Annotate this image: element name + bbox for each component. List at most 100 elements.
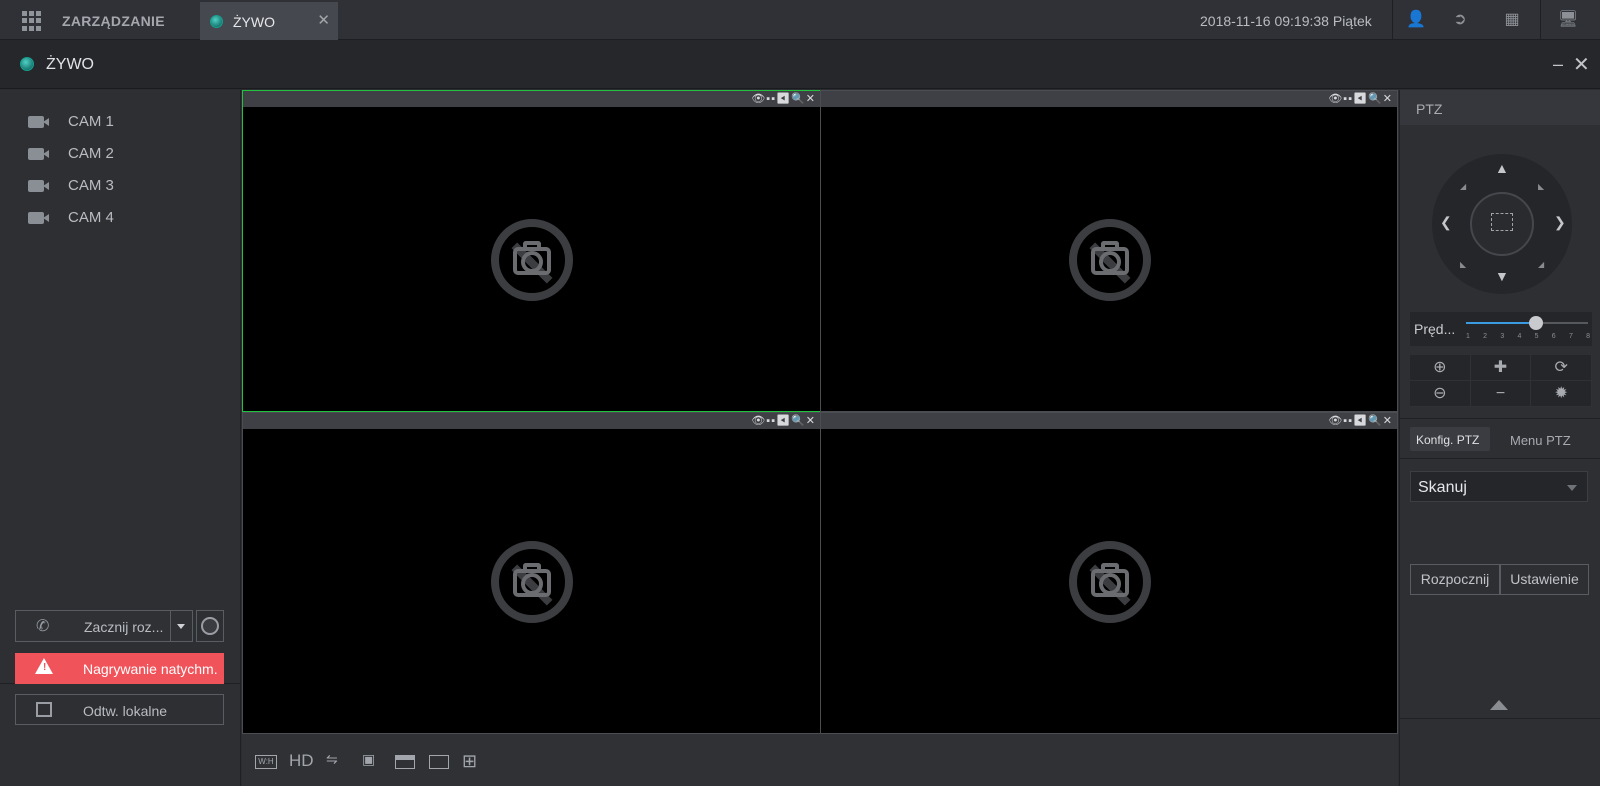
- ptz-speed-control: Pręd... 1 2 3 4 5 6 7 8: [1410, 312, 1592, 346]
- camera-icon: [28, 212, 49, 224]
- cell-tools-icons[interactable]: 👁▪▪◀🔍✕: [751, 414, 816, 427]
- camera-label: CAM 3: [68, 177, 114, 194]
- no-camera-icon: [491, 541, 573, 623]
- film-icon: [36, 702, 52, 717]
- window-title-bar: ŻYWO – ✕: [0, 40, 1600, 89]
- iris-open-icon[interactable]: ⟳: [1531, 355, 1592, 381]
- ptz-panel: PTZ ▲ ▼ ❮ ❯ ◢ ◣ ◣ ◢ Pręd... 1 2 3 4 5 6 7 8 ⊕ ✚…: [1399, 90, 1600, 786]
- camera-label: CAM 4: [68, 209, 114, 226]
- arrow-down-left-icon[interactable]: ◣: [1460, 260, 1466, 269]
- video-cell-4[interactable]: 👁▪▪◀🔍✕: [820, 412, 1398, 734]
- no-camera-icon: [1069, 541, 1151, 623]
- speed-ticks: 1 2 3 4 5 6 7 8: [1466, 333, 1590, 340]
- layout-single-icon[interactable]: [429, 755, 449, 769]
- settings-button[interactable]: Ustawienie: [1500, 564, 1589, 595]
- zoom-out-icon[interactable]: ⊖: [1410, 381, 1471, 407]
- arrow-up-left-icon[interactable]: ◢: [1460, 182, 1466, 191]
- video-cell-2[interactable]: 👁▪▪◀🔍✕: [820, 90, 1398, 412]
- live-status-icon: [20, 57, 34, 71]
- hd-button[interactable]: HD: [289, 751, 314, 770]
- ptz-title: PTZ: [1416, 101, 1443, 117]
- zoom-area-icon: [1491, 213, 1513, 231]
- minimize-button[interactable]: –: [1553, 54, 1563, 75]
- no-camera-icon: [1069, 219, 1151, 301]
- user-icon[interactable]: 👤: [1404, 8, 1428, 32]
- arrow-right-icon[interactable]: ❯: [1554, 214, 1566, 231]
- aspect-ratio-button[interactable]: W:H: [255, 755, 277, 769]
- monitor-icon[interactable]: 🖥: [1556, 8, 1580, 32]
- layout-1-icon[interactable]: [395, 755, 415, 769]
- ptz-direction-pad[interactable]: ▲ ▼ ❮ ❯ ◢ ◣ ◣ ◢: [1432, 154, 1572, 294]
- video-toolbar: W:H HD ⇋ ▣ ⊞: [242, 734, 1398, 786]
- window-title: ŻYWO: [46, 56, 94, 73]
- phone-icon: ✆: [36, 618, 50, 635]
- focus-near-icon[interactable]: ✚: [1470, 355, 1532, 381]
- camera-icon: [28, 116, 49, 128]
- speed-tick: 8: [1586, 333, 1590, 340]
- tab-ptz-config-label: Konfig. PTZ: [1416, 433, 1480, 447]
- speed-tick: 2: [1483, 333, 1488, 340]
- close-button[interactable]: ✕: [1573, 52, 1590, 77]
- local-playback-label: Odtw. lokalne: [83, 703, 168, 719]
- speed-tick: 5: [1534, 333, 1539, 340]
- collapse-up-icon[interactable]: [1490, 700, 1508, 710]
- zoom-in-icon[interactable]: ⊕: [1410, 355, 1471, 381]
- qr-code-icon[interactable]: ▦: [1500, 8, 1524, 32]
- camera-label: CAM 2: [68, 145, 114, 162]
- cell-tools-icons[interactable]: 👁▪▪◀🔍✕: [751, 92, 816, 105]
- stream-icon[interactable]: ⇋: [326, 751, 338, 767]
- scan-select-value: Skanuj: [1418, 479, 1467, 496]
- arrow-up-icon[interactable]: ▲: [1495, 160, 1509, 176]
- tab-close-icon[interactable]: ✕: [317, 11, 330, 29]
- logout-icon[interactable]: ➲: [1448, 8, 1472, 32]
- datetime-display: 2018-11-16 09:19:38 Piątek: [1200, 13, 1372, 29]
- top-bar: ZARZĄDZANIE ŻYWO ✕ 2018-11-16 09:19:38 P…: [0, 0, 1600, 40]
- ptz-controls-grid: ⊕ ✚ ⟳ ⊖ − ✹: [1410, 355, 1592, 407]
- cell-toolbar: 👁▪▪◀🔍✕: [821, 91, 1397, 107]
- tab-live[interactable]: ŻYWO ✕: [200, 2, 338, 40]
- tab-ptz-config[interactable]: Konfig. PTZ: [1410, 427, 1490, 451]
- camera-icon: [28, 148, 49, 160]
- speed-tick: 4: [1517, 333, 1522, 340]
- divider: [1392, 0, 1393, 40]
- start-button[interactable]: Rozpocznij: [1410, 564, 1500, 595]
- speed-tick: 3: [1500, 333, 1505, 340]
- video-grid: 👁▪▪◀🔍✕ 👁▪▪◀🔍✕ 👁▪▪◀🔍✕ 👁▪▪◀🔍✕: [242, 90, 1398, 734]
- local-playback-button[interactable]: Odtw. lokalne: [15, 694, 224, 725]
- start-talk-button[interactable]: ✆ Zacznij roz...: [15, 610, 193, 642]
- video-cell-1[interactable]: 👁▪▪◀🔍✕: [242, 90, 821, 412]
- circle-icon: [201, 617, 219, 635]
- speed-tick: 6: [1551, 333, 1556, 340]
- arrow-up-right-icon[interactable]: ◣: [1538, 182, 1544, 191]
- tab-ptz-menu[interactable]: Menu PTZ: [1510, 433, 1571, 448]
- video-cell-3[interactable]: 👁▪▪◀🔍✕: [242, 412, 821, 734]
- instant-record-button[interactable]: ! Nagrywanie natychm.: [15, 653, 224, 684]
- ptz-center-button[interactable]: [1470, 192, 1534, 256]
- instant-record-label: Nagrywanie natychm.: [83, 661, 218, 677]
- divider: [1400, 718, 1600, 719]
- cell-toolbar: 👁▪▪◀🔍✕: [243, 413, 820, 429]
- talk-dropdown-icon[interactable]: [170, 611, 192, 641]
- focus-far-icon[interactable]: −: [1470, 381, 1532, 407]
- fullscreen-icon[interactable]: ▣: [362, 751, 375, 767]
- apps-grid-icon[interactable]: [22, 11, 42, 31]
- scan-select[interactable]: Skanuj: [1410, 471, 1588, 502]
- arrow-down-right-icon[interactable]: ◢: [1538, 260, 1544, 269]
- divider: [1540, 0, 1541, 40]
- arrow-down-icon[interactable]: ▼: [1495, 268, 1509, 284]
- speed-label: Pręd...: [1414, 321, 1456, 337]
- management-menu[interactable]: ZARZĄDZANIE: [62, 13, 165, 29]
- cell-tools-icons[interactable]: 👁▪▪◀🔍✕: [1328, 414, 1393, 427]
- talk-status-button[interactable]: [196, 610, 224, 642]
- camera-label: CAM 1: [68, 113, 114, 130]
- divider: [1400, 458, 1600, 459]
- layout-quad-icon[interactable]: ⊞: [462, 751, 477, 771]
- iris-close-icon[interactable]: ✹: [1531, 381, 1592, 407]
- cell-tools-icons[interactable]: 👁▪▪◀🔍✕: [1328, 92, 1393, 105]
- camera-icon: [28, 180, 49, 192]
- cell-toolbar: 👁▪▪◀🔍✕: [821, 413, 1397, 429]
- speed-slider-handle[interactable]: [1529, 316, 1543, 330]
- arrow-left-icon[interactable]: ❮: [1440, 214, 1452, 231]
- start-talk-label: Zacznij roz...: [84, 619, 164, 635]
- warning-icon: !: [35, 658, 53, 674]
